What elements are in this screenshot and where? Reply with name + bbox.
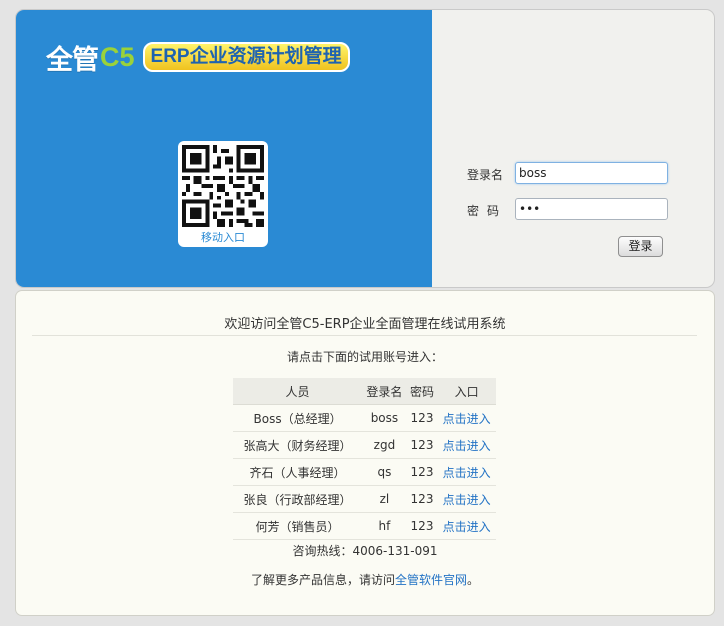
more-info-suffix: 。 [467,573,480,587]
cell-person: 张良（行政部经理） [233,485,363,513]
divider [32,335,697,336]
trial-accounts-table: 人员 登录名 密码 入口 Boss（总经理） boss 123 点击进入 张高大… [233,378,496,540]
column-header-password: 密码 [406,378,438,405]
qr-code-icon [182,145,264,227]
trial-instruction: 请点击下面的试用账号进入： [286,350,443,364]
enter-link[interactable]: 点击进入 [443,520,491,534]
hotline-text: 咨询热线：4006-131-091 [292,544,438,558]
cell-person: Boss（总经理） [233,404,363,432]
cell-login: zl [362,485,407,513]
enter-link[interactable]: 点击进入 [443,493,491,507]
official-site-link[interactable]: 全管软件官网 [395,573,467,587]
table-row: 张良（行政部经理） zl 123 点击进入 [233,485,496,513]
login-form: 登录名 密码 登录 [432,10,714,287]
qr-caption: 移动入口 [201,231,245,244]
column-header-person: 人员 [233,378,363,405]
brand-area: 全管 C5 ERP企业资源计划管理 移动入口 [16,10,432,287]
cell-password: 123 [406,512,438,540]
enter-link[interactable]: 点击进入 [443,439,491,453]
product-logo: 全管 C5 ERP企业资源计划管理 [46,40,350,75]
username-input[interactable] [515,162,668,184]
enter-link[interactable]: 点击进入 [443,412,491,426]
cell-login: zgd [362,431,407,459]
logo-c5-text: C5 [100,41,135,72]
cell-password: 123 [406,485,438,513]
password-label: 密码 [467,204,508,218]
welcome-heading: 欢迎访问全管C5-ERP企业全面管理在线试用系统 [224,317,506,332]
table-row: Boss（总经理） boss 123 点击进入 [233,404,496,432]
enter-link[interactable]: 点击进入 [443,466,491,480]
login-button[interactable]: 登录 [618,236,663,257]
cell-login: boss [362,404,407,432]
more-info-line: 了解更多产品信息，请访问全管软件官网。 [16,571,714,588]
column-header-entry: 入口 [437,378,496,405]
table-row: 齐石（人事经理） qs 123 点击进入 [233,458,496,486]
cell-login: hf [362,512,407,540]
cell-password: 123 [406,404,438,432]
username-label: 登录名 [467,168,504,182]
cell-login: qs [362,458,407,486]
logo-tagline: ERP企业资源计划管理 [142,42,350,72]
cell-password: 123 [406,458,438,486]
cell-password: 123 [406,431,438,459]
column-header-login: 登录名 [362,378,407,405]
table-header-row: 人员 登录名 密码 入口 [233,378,496,405]
logo-main-text: 全管 [46,44,99,75]
cell-person: 张高大（财务经理） [233,431,363,459]
trial-info-panel: 欢迎访问全管C5-ERP企业全面管理在线试用系统 请点击下面的试用账号进入： 人… [16,291,714,615]
cell-person: 齐石（人事经理） [233,458,363,486]
mobile-entry-qr-card[interactable]: 移动入口 [178,141,268,247]
password-input[interactable] [515,198,668,220]
table-row: 何芳（销售员） hf 123 点击进入 [233,512,496,540]
more-info-prefix: 了解更多产品信息，请访问 [250,573,395,587]
login-header-panel: 全管 C5 ERP企业资源计划管理 移动入口 登录名 boss 密码 ••• 登… [16,10,714,287]
cell-person: 何芳（销售员） [233,512,363,540]
table-row: 张高大（财务经理） zgd 123 点击进入 [233,431,496,459]
